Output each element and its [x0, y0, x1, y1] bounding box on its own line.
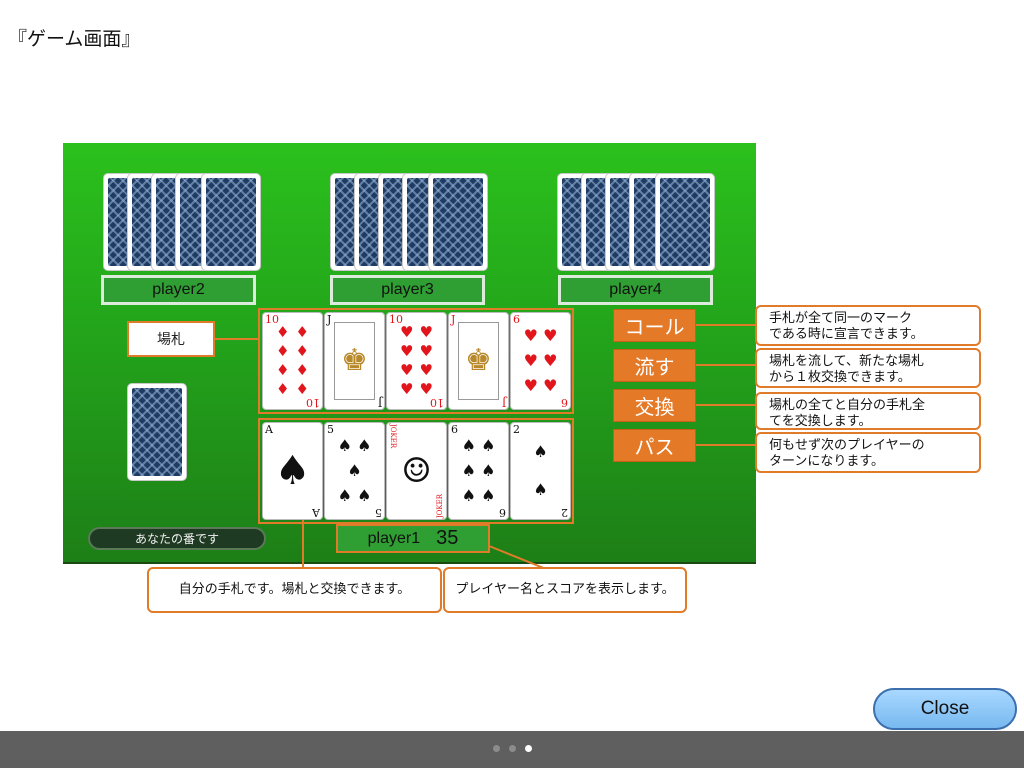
field-cards: 10 ♦ ♦ ♦ ♦ ♦ ♦ ♦ ♦ 10 J ♚ J 10 ♥ ♥ ♥ ♥ ♥ ♥ ♥ ♥ 10 J ♚ …	[258, 308, 574, 414]
hand-note-text: 自分の手札です。場札と交換できます。	[178, 582, 411, 597]
opponent-hand-player4	[557, 173, 717, 273]
field-card[interactable]: J ♚ J	[448, 312, 509, 410]
pass-note: 何もせず次のプレイヤーの ターンになります。	[755, 432, 981, 473]
hand-note: 自分の手札です。場札と交換できます。	[147, 567, 442, 613]
call-button[interactable]: コール	[613, 309, 696, 342]
turn-status: あなたの番です	[88, 527, 266, 550]
player-name: player1	[367, 529, 421, 547]
exchange-note: 場札の全てと自分の手札全 てを交換します。	[755, 392, 981, 430]
connector-line	[696, 404, 756, 406]
field-card[interactable]: 6 ♥ ♥ ♥ ♥ ♥ ♥ 6	[510, 312, 571, 410]
card-back	[655, 173, 715, 271]
connector-line	[215, 338, 260, 340]
opponent-name-player3: player3	[330, 275, 485, 305]
exchange-button[interactable]: 交換	[613, 389, 696, 422]
pass-button[interactable]: パス	[613, 429, 696, 462]
hand-card[interactable]: JOKER ☺ JOKER	[386, 422, 447, 520]
page-dot-3[interactable]	[525, 745, 532, 752]
field-card[interactable]: 10 ♦ ♦ ♦ ♦ ♦ ♦ ♦ ♦ 10	[262, 312, 323, 410]
field-card[interactable]: 10 ♥ ♥ ♥ ♥ ♥ ♥ ♥ ♥ 10	[386, 312, 447, 410]
flush-note-text: 場札を流して、新たな場札 から１枚交換できます。	[769, 354, 924, 385]
connector-line	[696, 324, 756, 326]
page-dot-2[interactable]	[509, 745, 516, 752]
player-note: プレイヤー名とスコアを表示します。	[443, 567, 687, 613]
hand-card[interactable]: 6 ♠ ♠ ♠ ♠ ♠ ♠ 6	[448, 422, 509, 520]
hand-card[interactable]: 5 ♠ ♠ ♠ ♠ ♠ 5	[324, 422, 385, 520]
connector-line	[696, 444, 756, 446]
card-back	[428, 173, 488, 271]
page-dot-1[interactable]	[493, 745, 500, 752]
exchange-note-text: 場札の全てと自分の手札全 てを交換します。	[769, 398, 926, 429]
connector-line	[302, 520, 304, 568]
pass-note-text: 何もせず次のプレイヤーの ターンになります。	[769, 438, 925, 469]
flush-button[interactable]: 流す	[613, 349, 696, 382]
hand-card[interactable]: 2 ♠ ♠ 2	[510, 422, 571, 520]
player-score: 35	[436, 527, 459, 549]
call-note: 手札が全て同一のマーク である時に宣言できます。	[755, 305, 981, 346]
opponent-hand-player2	[103, 173, 263, 273]
hand-card[interactable]: A ♠ A	[262, 422, 323, 520]
card-back	[201, 173, 261, 271]
close-button[interactable]: Close	[873, 688, 1017, 730]
opponent-hand-player3	[330, 173, 490, 273]
call-note-text: 手札が全て同一のマーク である時に宣言できます。	[769, 311, 924, 342]
flush-note: 場札を流して、新たな場札 から１枚交換できます。	[755, 348, 981, 388]
field-label: 場札	[127, 321, 215, 357]
field-card[interactable]: J ♚ J	[324, 312, 385, 410]
page-title: 『ゲーム画面』	[8, 28, 141, 50]
deck-pile[interactable]	[127, 383, 187, 481]
player-note-text: プレイヤー名とスコアを表示します。	[455, 582, 675, 597]
opponent-name-player4: player4	[558, 275, 713, 305]
opponent-name-player2: player2	[101, 275, 256, 305]
player-name-score-bar: player1 35	[336, 524, 490, 553]
player-hand: A ♠ A 5 ♠ ♠ ♠ ♠ ♠ 5 JOKER ☺ JOKER 6 ♠ ♠ ♠ ♠ ♠ ♠ 6…	[258, 418, 574, 524]
connector-line	[696, 364, 756, 366]
